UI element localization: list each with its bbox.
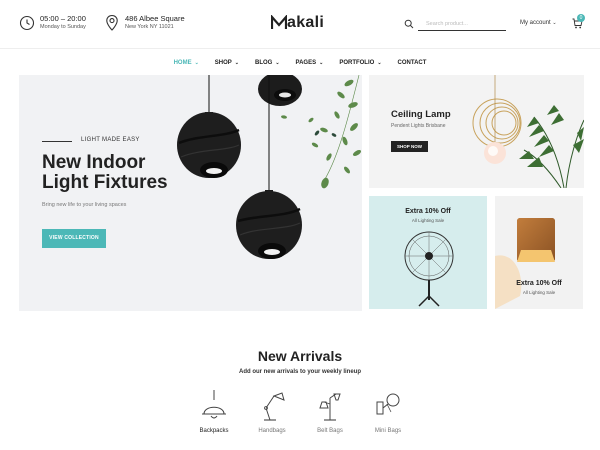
site-header: 05:00 – 20:00 Monday to Sunday 486 Albee… [0, 0, 600, 48]
category-label: Mini Bags [374, 428, 402, 434]
new-arrivals-title: New Arrivals [257, 348, 343, 364]
pendant-lamp-icon [202, 390, 226, 419]
hours-days: Monday to Sunday [40, 24, 86, 30]
category-list: Backpacks Handbags Belt Bags Mini Bags [190, 390, 420, 440]
shop-now-button[interactable]: SHOP NOW [391, 141, 428, 152]
category-handbags[interactable]: Handbags [248, 390, 296, 434]
hours-text: 05:00 – 20:00 [40, 14, 86, 23]
hours-info: 05:00 – 20:00 Monday to Sunday [19, 14, 86, 32]
main-nav: HOME ⌄ SHOP ⌄ BLOG ⌄ PAGES ⌄ PORTFOLIO ⌄ CONT… [0, 56, 600, 70]
hero-title-line2: Light Fixtures [42, 172, 168, 193]
chevron-down-icon: ⌄ [377, 60, 382, 66]
header-divider [0, 48, 600, 49]
eyebrow-rule [42, 141, 72, 142]
site-logo[interactable]: akali [271, 14, 325, 32]
floor-lamp-icon [319, 393, 341, 421]
nav-blog-label: BLOG [255, 60, 273, 66]
wall-lamp-icon [376, 393, 400, 415]
view-collection-button[interactable]: VIEW COLLECTION [42, 229, 106, 248]
nav-contact-label: CONTACT [397, 60, 427, 66]
nav-blog[interactable]: BLOG ⌄ [255, 56, 280, 70]
address-city: New York NY 11021 [125, 24, 174, 30]
floor-fan-image [404, 231, 454, 307]
hero-eyebrow: LIGHT MADE EASY [81, 137, 140, 143]
category-label: Backpacks [199, 428, 229, 434]
wall-banner-title: Extra 10% Off [516, 280, 562, 287]
chevron-down-icon: ⌄ [234, 60, 239, 66]
ceiling-lamp-image [472, 75, 584, 188]
nav-home-label: HOME [173, 60, 192, 66]
hero-title-line1: New Indoor [42, 152, 146, 173]
fan-sale-banner[interactable]: Extra 10% Off All Lighting Sale [369, 196, 487, 309]
nav-pages-label: PAGES [295, 60, 317, 66]
search-input[interactable] [418, 17, 506, 31]
wall-banner-subtitle: All Lighting Sale [522, 290, 556, 295]
nav-home[interactable]: HOME ⌄ [174, 56, 199, 70]
category-mini-bags[interactable]: Mini Bags [364, 390, 412, 434]
address-info: 486 Albee Square New York NY 11021 [104, 14, 185, 32]
chevron-down-icon: ⌄ [552, 20, 557, 26]
ceiling-lamp-title: Ceiling Lamp [391, 109, 451, 120]
my-account-label: My account [520, 20, 551, 26]
logo-text: akali [287, 14, 325, 31]
nav-contact[interactable]: CONTACT [398, 56, 427, 70]
hero-banner: LIGHT MADE EASY New Indoor Light Fixture… [19, 75, 362, 311]
pendant-lamps-image [177, 75, 362, 259]
ceiling-lamp-banner[interactable]: Ceiling Lamp Pendent Lights Brisbane SHO… [369, 75, 584, 188]
chevron-down-icon: ⌄ [275, 60, 280, 66]
wall-light-sale-banner[interactable]: Extra 10% Off All Lighting Sale [495, 196, 583, 309]
new-arrivals-subtitle: Add our new arrivals to your weekly line… [238, 369, 362, 375]
search-icon[interactable] [404, 19, 414, 29]
ceiling-lamp-subtitle: Pendent Lights Brisbane [391, 123, 446, 129]
nav-portfolio[interactable]: PORTFOLIO ⌄ [339, 56, 381, 70]
cart-count-badge: 0 [577, 14, 585, 22]
logo-m-icon [271, 15, 287, 29]
chevron-down-icon: ⌄ [194, 60, 199, 66]
location-pin-icon [106, 14, 118, 31]
hero-title: New Indoor Light Fixtures [42, 153, 202, 193]
chevron-down-icon: ⌄ [319, 60, 324, 66]
nav-pages[interactable]: PAGES ⌄ [296, 56, 324, 70]
category-label: Belt Bags [317, 428, 343, 434]
clock-icon [19, 15, 35, 31]
hero-subtitle: Bring new life to your living spaces [42, 202, 127, 208]
desk-lamp-icon [264, 392, 285, 421]
my-account-menu[interactable]: My account ⌄ [520, 20, 557, 26]
nav-portfolio-label: PORTFOLIO [339, 60, 375, 66]
nav-shop-label: SHOP [214, 60, 232, 66]
category-backpacks[interactable]: Backpacks [190, 390, 238, 434]
nav-shop[interactable]: SHOP ⌄ [215, 56, 239, 70]
address-street: 486 Albee Square [125, 14, 185, 23]
category-belt-bags[interactable]: Belt Bags [306, 390, 354, 434]
category-label: Handbags [258, 428, 286, 434]
